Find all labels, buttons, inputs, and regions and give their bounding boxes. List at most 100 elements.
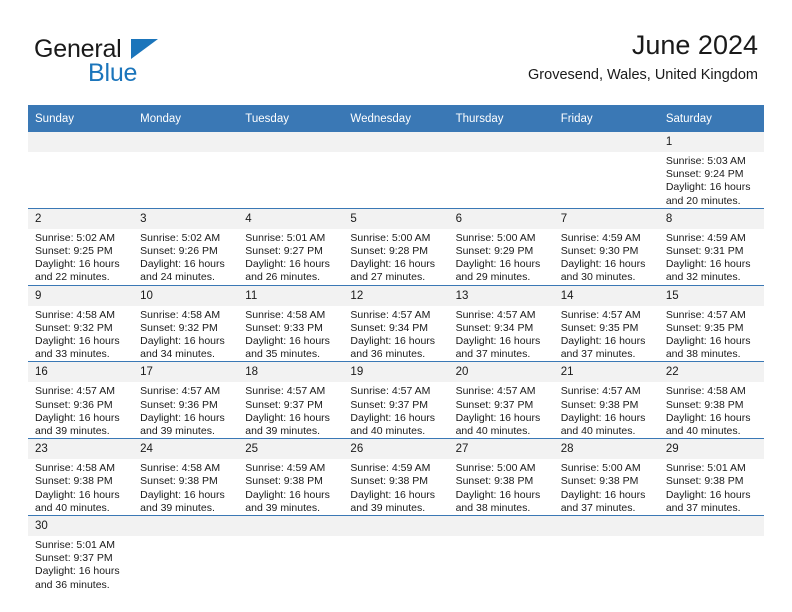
sunset-text: Sunset: 9:25 PM: [35, 245, 113, 258]
day-cell[interactable]: 30 Sunrise: 5:01 AM Sunset: 9:37 PM Dayl…: [28, 515, 134, 592]
day-cell[interactable]: 3 Sunrise: 5:02 AM Sunset: 9:26 PM Dayli…: [133, 207, 239, 286]
daylight-text-line1: Daylight: 16 hours: [35, 258, 120, 271]
daylight-text-line2: and 39 minutes.: [350, 501, 426, 514]
day-details: Sunrise: 5:00 AM Sunset: 9:28 PM Dayligh…: [343, 229, 448, 285]
day-cell[interactable]: [448, 515, 554, 592]
day-details: Sunrise: 4:59 AM Sunset: 9:31 PM Dayligh…: [659, 229, 764, 285]
weekday-header-saturday: Saturday: [658, 105, 764, 132]
daylight-text-line2: and 22 minutes.: [35, 271, 110, 284]
day-details: Sunrise: 4:59 AM Sunset: 9:30 PM Dayligh…: [554, 229, 659, 285]
day-number: [238, 516, 344, 537]
day-cell[interactable]: 14 Sunrise: 4:57 AM Sunset: 9:35 PM Dayl…: [553, 284, 659, 362]
day-cell[interactable]: [343, 132, 449, 208]
daylight-text-line1: Daylight: 16 hours: [560, 411, 646, 424]
sunset-text: Sunset: 9:37 PM: [245, 398, 323, 411]
day-cell[interactable]: 21 Sunrise: 4:57 AM Sunset: 9:38 PM Dayl…: [553, 361, 659, 439]
sunset-text: Sunset: 9:38 PM: [560, 475, 639, 488]
day-cell[interactable]: 13 Sunrise: 4:57 AM Sunset: 9:34 PM Dayl…: [448, 284, 554, 362]
day-number: [28, 132, 134, 152]
sunrise-text: Sunrise: 4:57 AM: [665, 308, 746, 321]
day-cell[interactable]: [238, 515, 344, 592]
day-cell[interactable]: 28 Sunrise: 5:00 AM Sunset: 9:38 PM Dayl…: [553, 438, 659, 516]
weekday-header-wednesday: Wednesday: [343, 105, 449, 132]
day-cell[interactable]: [343, 515, 449, 592]
day-cell[interactable]: 26 Sunrise: 4:59 AM Sunset: 9:38 PM Dayl…: [343, 438, 449, 516]
day-cell[interactable]: 24 Sunrise: 4:58 AM Sunset: 9:38 PM Dayl…: [133, 438, 239, 516]
day-cell[interactable]: [133, 515, 239, 592]
day-cell[interactable]: 20 Sunrise: 4:57 AM Sunset: 9:37 PM Dayl…: [448, 361, 554, 439]
sunset-text: Sunset: 9:31 PM: [665, 245, 744, 258]
day-number: 4: [238, 208, 344, 229]
sunset-text: Sunset: 9:37 PM: [35, 552, 113, 565]
day-cell[interactable]: 17 Sunrise: 4:57 AM Sunset: 9:36 PM Dayl…: [133, 361, 239, 439]
day-cell[interactable]: 27 Sunrise: 5:00 AM Sunset: 9:38 PM Dayl…: [448, 438, 554, 516]
day-details: [133, 152, 238, 155]
calendar-week-row: 2 Sunrise: 5:02 AM Sunset: 9:25 PM Dayli…: [28, 207, 764, 286]
day-cell[interactable]: 25 Sunrise: 4:59 AM Sunset: 9:38 PM Dayl…: [238, 438, 344, 516]
daylight-text-line2: and 39 minutes.: [245, 501, 320, 514]
day-cell[interactable]: 15 Sunrise: 4:57 AM Sunset: 9:35 PM Dayl…: [658, 284, 764, 362]
sunrise-text: Sunrise: 4:57 AM: [350, 385, 431, 398]
day-cell[interactable]: [238, 132, 344, 208]
day-cell[interactable]: 23 Sunrise: 4:58 AM Sunset: 9:38 PM Dayl…: [28, 438, 134, 516]
day-details: [343, 536, 448, 539]
day-details: Sunrise: 4:58 AM Sunset: 9:33 PM Dayligh…: [238, 306, 343, 362]
daylight-text-line1: Daylight: 16 hours: [245, 335, 330, 348]
day-number: 30: [28, 516, 134, 537]
sunset-text: Sunset: 9:26 PM: [140, 245, 218, 258]
day-cell[interactable]: 8 Sunrise: 4:59 AM Sunset: 9:31 PM Dayli…: [658, 207, 764, 286]
page-title: June 2024: [631, 30, 758, 60]
sunset-text: Sunset: 9:38 PM: [350, 475, 429, 488]
day-cell[interactable]: [133, 132, 239, 208]
day-cell[interactable]: 9 Sunrise: 4:58 AM Sunset: 9:32 PM Dayli…: [28, 284, 134, 362]
day-cell[interactable]: 18 Sunrise: 4:57 AM Sunset: 9:37 PM Dayl…: [238, 361, 344, 439]
day-details: Sunrise: 4:59 AM Sunset: 9:38 PM Dayligh…: [343, 459, 448, 515]
day-cell[interactable]: 1 Sunrise: 5:03 AM Sunset: 9:24 PM Dayli…: [658, 132, 764, 208]
day-details: [449, 152, 554, 155]
day-cell[interactable]: 29 Sunrise: 5:01 AM Sunset: 9:38 PM Dayl…: [658, 438, 764, 516]
day-cell[interactable]: 5 Sunrise: 5:00 AM Sunset: 9:28 PM Dayli…: [343, 207, 449, 286]
day-cell[interactable]: [28, 132, 134, 208]
day-number: 19: [343, 362, 449, 383]
day-cell[interactable]: 7 Sunrise: 4:59 AM Sunset: 9:30 PM Dayli…: [553, 207, 659, 286]
sunrise-text: Sunrise: 4:57 AM: [140, 385, 221, 398]
day-details: [554, 152, 659, 155]
day-cell[interactable]: 6 Sunrise: 5:00 AM Sunset: 9:29 PM Dayli…: [448, 207, 554, 286]
daylight-text-line2: and 37 minutes.: [560, 348, 636, 361]
day-cell[interactable]: [553, 515, 659, 592]
day-cell[interactable]: 12 Sunrise: 4:57 AM Sunset: 9:34 PM Dayl…: [343, 284, 449, 362]
day-number: [343, 132, 449, 152]
day-cell[interactable]: [553, 132, 659, 208]
daylight-text-line1: Daylight: 16 hours: [35, 565, 120, 578]
day-details: Sunrise: 4:57 AM Sunset: 9:37 PM Dayligh…: [449, 382, 554, 438]
day-cell[interactable]: 22 Sunrise: 4:58 AM Sunset: 9:38 PM Dayl…: [658, 361, 764, 439]
sunrise-text: Sunrise: 4:58 AM: [140, 462, 221, 475]
daylight-text-line1: Daylight: 16 hours: [245, 411, 330, 424]
day-cell[interactable]: [448, 132, 554, 208]
day-cell[interactable]: 19 Sunrise: 4:57 AM Sunset: 9:37 PM Dayl…: [343, 361, 449, 439]
day-cell[interactable]: 11 Sunrise: 4:58 AM Sunset: 9:33 PM Dayl…: [238, 284, 344, 362]
day-cell[interactable]: 2 Sunrise: 5:02 AM Sunset: 9:25 PM Dayli…: [28, 207, 134, 286]
sunrise-text: Sunrise: 4:59 AM: [560, 231, 641, 244]
sunset-text: Sunset: 9:33 PM: [245, 321, 323, 334]
daylight-text-line2: and 40 minutes.: [350, 425, 426, 438]
daylight-text-line1: Daylight: 16 hours: [35, 411, 120, 424]
day-cell[interactable]: 10 Sunrise: 4:58 AM Sunset: 9:32 PM Dayl…: [133, 284, 239, 362]
day-number: 28: [553, 439, 659, 460]
day-details: [238, 536, 343, 539]
day-details: Sunrise: 4:57 AM Sunset: 9:34 PM Dayligh…: [343, 306, 448, 362]
daylight-text-line2: and 32 minutes.: [665, 271, 741, 284]
sunrise-text: Sunrise: 4:58 AM: [140, 308, 221, 321]
sunrise-text: Sunrise: 4:58 AM: [35, 308, 115, 321]
daylight-text-line1: Daylight: 16 hours: [350, 411, 436, 424]
sunrise-text: Sunrise: 5:00 AM: [350, 231, 431, 244]
day-details: Sunrise: 5:02 AM Sunset: 9:25 PM Dayligh…: [28, 229, 133, 285]
day-cell[interactable]: 4 Sunrise: 5:01 AM Sunset: 9:27 PM Dayli…: [238, 207, 344, 286]
sunrise-text: Sunrise: 4:57 AM: [35, 385, 115, 398]
day-details: Sunrise: 4:57 AM Sunset: 9:36 PM Dayligh…: [28, 382, 133, 438]
day-number: [343, 516, 449, 537]
title-block: June 2024 Grovesend, Wales, United Kingd…: [528, 28, 758, 86]
day-cell[interactable]: 16 Sunrise: 4:57 AM Sunset: 9:36 PM Dayl…: [28, 361, 134, 439]
day-cell[interactable]: [658, 515, 764, 592]
daylight-text-line2: and 24 minutes.: [140, 271, 215, 284]
